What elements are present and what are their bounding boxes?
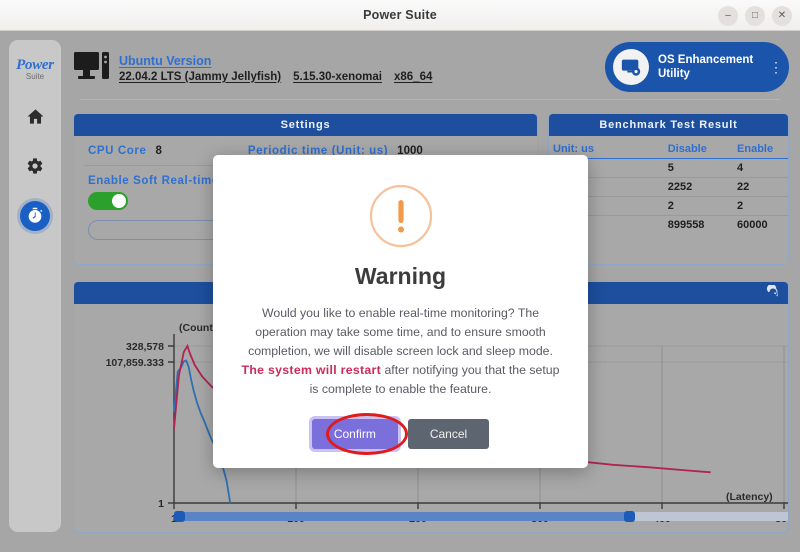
chart-range-slider[interactable] [174,511,788,522]
minimize-button[interactable]: – [718,5,738,26]
row-disable: 2 [663,196,734,216]
sidebar-item-timer[interactable] [20,201,50,231]
header-divider [80,99,780,100]
title-bar: Power Suite – □ ✕ [0,0,800,31]
os-info-bar: Ubuntu Version 22.04.2 LTS (Jammy Jellyf… [73,42,789,92]
sidebar-item-home[interactable] [20,101,50,131]
sidebar-item-settings[interactable] [20,151,50,181]
window-controls: – □ ✕ [718,0,792,31]
range-handle-left[interactable] [174,511,185,522]
cpu-core-value: 8 [155,145,162,157]
y-tick-0: 328,578 [126,341,164,353]
os-arch: x86_64 [394,70,433,83]
cpu-core-label: CPU Core [88,145,147,157]
overflow-menu-icon[interactable]: ⋮ [769,59,783,76]
app-window: Power Suite – □ ✕ Power Suite Ubuntu Ver… [0,0,800,552]
x-axis-title: (Latency) [726,491,773,503]
row-enable: 4 [733,158,788,178]
window-title: Power Suite [363,8,437,22]
cancel-button[interactable]: Cancel [407,419,490,450]
os-info-text: Ubuntu Version 22.04.2 LTS (Jammy Jellyf… [119,54,432,83]
row-disable: 899558 [667,219,705,231]
dialog-message: Would you like to enable real-time monit… [238,304,563,399]
os-version-title: Ubuntu Version [119,53,212,68]
row-enable: 22 [733,177,788,197]
y-tick-2: 1 [158,498,164,510]
os-kernel: 5.15.30-xenomai [293,70,382,83]
stopwatch-icon [26,207,44,225]
range-fill [179,512,634,521]
settings-panel-title: Settings [280,119,331,131]
monitor-gear-icon [613,49,649,85]
dialog-title: Warning [354,263,447,289]
os-enhancement-utility-button[interactable]: OS Enhancement Utility ⋮ [605,42,789,92]
row-disable: 5 [663,158,734,178]
settings-panel-header: Settings [74,114,537,136]
dialog-message-part1: Would you like to enable real-time monit… [248,306,553,359]
os-version-details: 22.04.2 LTS (Jammy Jellyfish) 5.15.30-xe… [119,71,432,83]
home-icon [26,107,45,126]
desktop-monitor-icon [73,49,115,88]
row-disable: 2252 [663,177,734,197]
refresh-icon[interactable] [766,284,780,304]
row-enable: 2 [733,196,788,216]
col-disable: Disable [663,136,734,159]
benchmark-panel-title: Benchmark Test Result [599,119,738,131]
os-release: 22.04.2 LTS (Jammy Jellyfish) [119,70,282,83]
benchmark-panel-header: Benchmark Test Result [549,114,788,136]
close-button[interactable]: ✕ [772,5,792,26]
gear-icon [26,157,44,175]
os-enhancement-utility-label: OS Enhancement Utility [658,53,754,80]
toggle-knob [112,194,126,208]
brand-logo: Power Suite [16,57,54,81]
y-tick-1: 107,859.333 [106,357,165,369]
maximize-button[interactable]: □ [745,5,765,26]
col-enable: Enable [733,136,788,159]
confirm-button[interactable]: Confirm [311,419,398,450]
dialog-message-emphasis: The system will restart [241,363,382,378]
warning-dialog: Warning Would you like to enable real-ti… [213,155,588,468]
soft-realtime-toggle[interactable] [88,192,128,210]
dialog-buttons: Confirm Cancel [213,419,588,450]
settings-row-cpu: CPU Core 8 Periodic time (Unit: us) 1000 [74,136,537,157]
row-enable: 60000 [737,219,768,231]
range-handle-right[interactable] [624,511,635,522]
warning-exclamation-icon [368,183,434,249]
sidebar: Power Suite [9,40,61,532]
